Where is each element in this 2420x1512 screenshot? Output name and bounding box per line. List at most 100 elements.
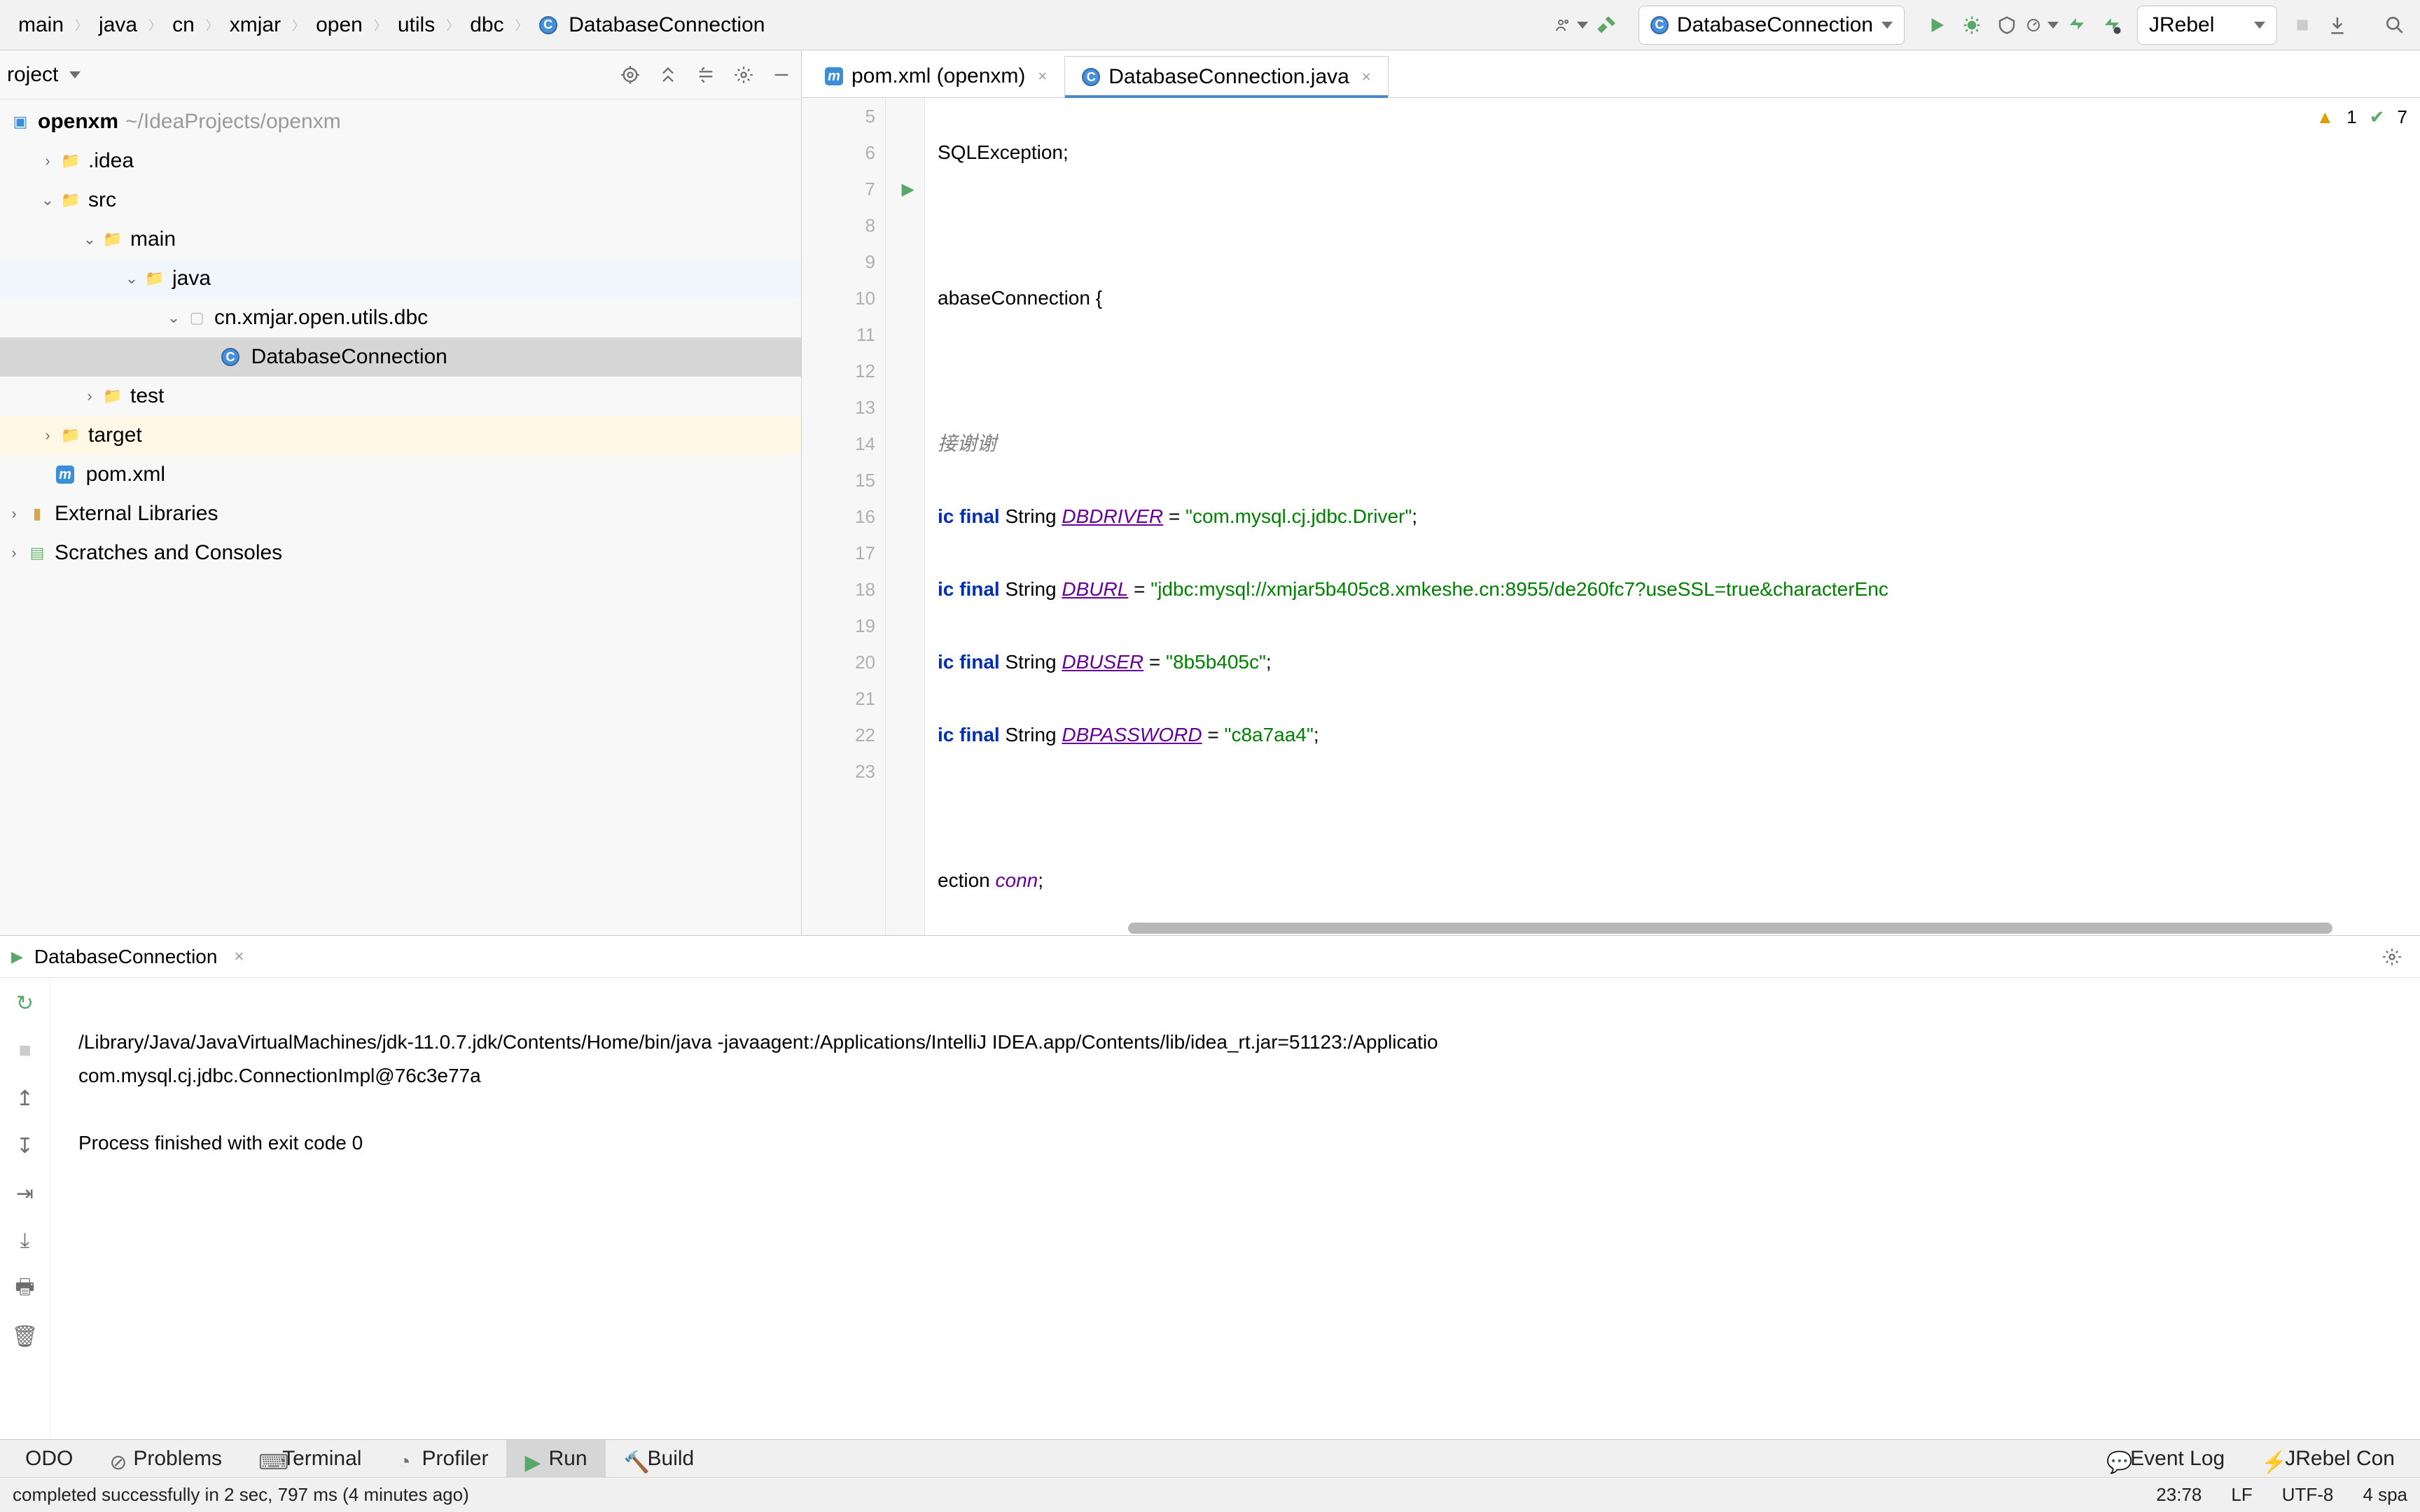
gutter-line[interactable]: 14 [802, 426, 885, 462]
debug-button[interactable] [1955, 8, 1989, 42]
stop-icon[interactable]: ■ [11, 1037, 39, 1065]
run-config-selector[interactable]: C DatabaseConnection [1639, 6, 1905, 45]
tab-build[interactable]: 🔨Build [606, 1440, 713, 1477]
tree-external-libs[interactable]: › ▮ External Libraries [0, 494, 801, 533]
line-gutter[interactable]: 5 6 7▶ 8 9 10 11 12 13 14 15 16 17 18 19… [802, 98, 886, 935]
tree-root[interactable]: ▣ openxm ~/IdeaProjects/openxm [0, 102, 801, 141]
tab-terminal[interactable]: ⌨Terminal [240, 1440, 380, 1477]
tab-pom[interactable]: m pom.xml (openxm) × [807, 55, 1064, 97]
project-header[interactable]: roject [0, 50, 801, 99]
settings-gear-icon[interactable] [731, 62, 756, 88]
vcs-users-icon[interactable] [1555, 8, 1588, 42]
tree-src[interactable]: ⌄ 📁 src [0, 181, 801, 220]
search-everywhere-icon[interactable] [2378, 8, 2412, 42]
gutter-line[interactable]: 20 [802, 644, 885, 680]
gutter-line[interactable]: 13 [802, 389, 885, 426]
gutter-line[interactable]: 17 [802, 535, 885, 571]
jrebel-debug-icon[interactable] [2095, 8, 2129, 42]
tab-jrebel-console[interactable]: ⚡JRebel Con [2243, 1440, 2413, 1477]
breadcrumb-xmjar[interactable]: xmjar [220, 11, 291, 39]
soft-wrap-icon[interactable]: ⇥ [11, 1180, 39, 1208]
gutter-line[interactable]: 9 [802, 244, 885, 280]
gutter-line[interactable]: 16 [802, 498, 885, 535]
close-run-tab-icon[interactable]: × [234, 947, 244, 967]
tab-problems[interactable]: ⊘Problems [91, 1440, 240, 1477]
run-settings-icon[interactable] [2375, 940, 2409, 974]
chevron-right-icon[interactable]: › [39, 426, 56, 444]
gutter-line[interactable]: 22 [802, 717, 885, 753]
tree-main[interactable]: ⌄ 📁 main [0, 220, 801, 259]
tree-class-selected[interactable]: C DatabaseConnection [0, 337, 801, 377]
breadcrumb-main[interactable]: main [8, 11, 74, 39]
gutter-line[interactable]: 7▶ [802, 171, 885, 207]
coverage-button[interactable] [1990, 8, 2024, 42]
collapse-all-icon[interactable] [693, 62, 718, 88]
down-stack-icon[interactable]: ↧ [11, 1132, 39, 1160]
hide-panel-icon[interactable] [769, 62, 794, 88]
close-tab-icon[interactable]: × [1362, 68, 1371, 86]
chevron-down-icon[interactable]: ⌄ [81, 230, 98, 248]
gutter-line[interactable]: 12 [802, 353, 885, 389]
clear-all-icon[interactable]: 🗑 [11, 1322, 39, 1350]
chevron-right-icon[interactable]: › [39, 152, 56, 170]
gutter-line[interactable]: 6 [802, 134, 885, 171]
inspections-widget[interactable]: ▲1 ✔7 [2316, 106, 2407, 128]
tree-scratches[interactable]: › ▤ Scratches and Consoles [0, 533, 801, 573]
chevron-right-icon[interactable]: › [81, 387, 98, 405]
gutter-line[interactable]: 18 [802, 571, 885, 608]
locate-icon[interactable] [618, 62, 643, 88]
expand-all-icon[interactable] [655, 62, 681, 88]
run-button[interactable] [1920, 8, 1954, 42]
tab-event-log[interactable]: 💬Event Log [2088, 1440, 2243, 1477]
breadcrumb-dbc[interactable]: dbc [460, 11, 513, 39]
tab-profiler[interactable]: ◔Profiler [380, 1440, 506, 1477]
print-icon[interactable]: 🖶 [11, 1275, 39, 1303]
tree-package[interactable]: ⌄ ▢ cn.xmjar.open.utils.dbc [0, 298, 801, 337]
project-tree[interactable]: ▣ openxm ~/IdeaProjects/openxm › 📁 .idea… [0, 99, 801, 935]
tab-run[interactable]: ▶Run [506, 1440, 605, 1477]
chevron-right-icon[interactable]: › [6, 544, 22, 562]
breadcrumb-class[interactable]: C DatabaseConnection [529, 11, 775, 39]
jrebel-run-icon[interactable] [2060, 8, 2094, 42]
run-tab-title[interactable]: DatabaseConnection [34, 946, 218, 968]
rerun-icon[interactable]: ↻ [11, 989, 39, 1017]
chevron-down-icon[interactable] [69, 71, 81, 78]
horizontal-scrollbar[interactable] [1128, 923, 2332, 934]
tree-idea[interactable]: › 📁 .idea [0, 141, 801, 181]
gutter-line[interactable]: 23 [802, 753, 885, 790]
caret-position[interactable]: 23:78 [2156, 1484, 2202, 1506]
gutter-line[interactable]: 10 [802, 280, 885, 316]
up-stack-icon[interactable]: ↥ [11, 1084, 39, 1112]
code-content[interactable]: SQLException; abaseConnection { 接谢谢 ic f… [925, 98, 2420, 935]
breadcrumb-cn[interactable]: cn [162, 11, 204, 39]
indent-setting[interactable]: 4 spa [2363, 1484, 2407, 1506]
profile-button[interactable] [2025, 8, 2059, 42]
run-console[interactable]: /Library/Java/JavaVirtualMachines/jdk-11… [50, 978, 2420, 1439]
gutter-line[interactable]: 15 [802, 462, 885, 498]
breadcrumb-utils[interactable]: utils [388, 11, 445, 39]
chevron-down-icon[interactable]: ⌄ [39, 191, 56, 209]
gutter-line[interactable]: 21 [802, 680, 885, 717]
gutter-line[interactable]: 11 [802, 316, 885, 353]
chevron-down-icon[interactable]: ⌄ [165, 309, 182, 327]
build-hammer-icon[interactable] [1590, 8, 1623, 42]
gutter-line[interactable]: 8 [802, 207, 885, 244]
tab-todo[interactable]: ODO [7, 1440, 91, 1477]
tab-database-connection[interactable]: C DatabaseConnection.java × [1064, 56, 1388, 98]
tree-pom[interactable]: m pom.xml [0, 455, 801, 494]
tree-target[interactable]: › 📁 target [0, 416, 801, 455]
tree-java[interactable]: ⌄ 📁 java [0, 259, 801, 298]
breadcrumb-java[interactable]: java [89, 11, 147, 39]
tree-test[interactable]: › 📁 test [0, 377, 801, 416]
fold-gutter[interactable] [886, 98, 925, 935]
code-editor[interactable]: ▲1 ✔7 5 6 7▶ 8 9 10 11 12 13 14 15 16 17… [802, 98, 2420, 935]
run-gutter-icon[interactable]: ▶ [902, 179, 915, 200]
chevron-down-icon[interactable]: ⌄ [123, 270, 140, 288]
git-update-icon[interactable] [2321, 8, 2354, 42]
chevron-right-icon[interactable]: › [6, 505, 22, 523]
gutter-line[interactable]: 19 [802, 608, 885, 644]
line-separator[interactable]: LF [2231, 1484, 2252, 1506]
jrebel-selector[interactable]: JRebel [2137, 6, 2277, 45]
breadcrumb-open[interactable]: open [306, 11, 373, 39]
close-tab-icon[interactable]: × [1038, 67, 1047, 85]
